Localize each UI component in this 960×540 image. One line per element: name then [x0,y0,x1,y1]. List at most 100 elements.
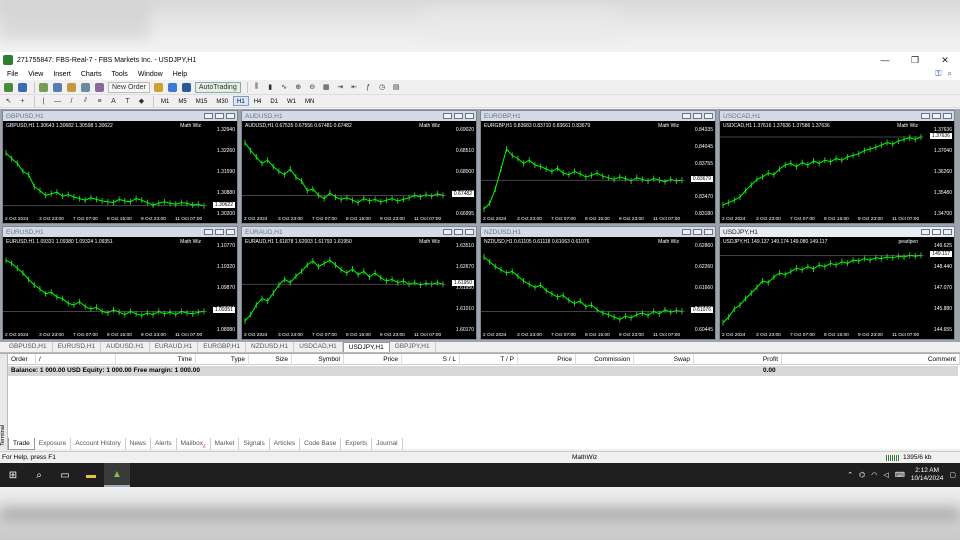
tab-journal[interactable]: Journal [372,438,403,450]
chart-plot-area[interactable]: EURAUD,H1 1.61878 1.62003 1.61793 1.6195… [242,237,476,339]
tab-market[interactable]: Market [211,438,240,450]
chart-tab[interactable]: USDCAD,H1 [294,342,343,352]
horizontal-line-icon[interactable]: — [52,96,63,107]
label-icon[interactable]: T [122,96,133,107]
chart-window-header[interactable]: USDCAD,H1 [720,111,954,121]
chart-plot-area[interactable]: EURGBP,H1 0.83683 0.83710 0.83661 0.8367… [481,121,715,223]
balance-row[interactable]: Balance: 1 000.00 USD Equity: 1 000.00 F… [8,366,958,376]
chart-window[interactable]: NZDUSD,H1 NZDUSD,H1 0.61105 0.61118 0.610… [480,226,716,340]
menu-tools[interactable]: Tools [106,71,132,78]
chart-close-button[interactable] [465,229,474,235]
trendline-icon[interactable]: / [66,96,77,107]
chart-minimize-button[interactable] [204,113,213,119]
chart-close-button[interactable] [704,229,713,235]
timeframe-h1[interactable]: H1 [233,96,249,106]
shapes-icon[interactable]: ◆ [136,96,147,107]
wifi-icon[interactable]: ◠ [871,471,877,479]
vertical-line-icon[interactable]: | [38,96,49,107]
tab-alerts[interactable]: Alerts [151,438,177,450]
chart-minimize-button[interactable] [204,229,213,235]
tab-signals[interactable]: Signals [239,438,270,450]
text-icon[interactable]: A [108,96,119,107]
timeframe-d1[interactable]: D1 [266,96,282,106]
chart-minimize-button[interactable] [443,113,452,119]
task-view-icon[interactable]: ▭ [52,463,78,487]
tab-news[interactable]: News [126,438,152,450]
chart-restore-button[interactable] [215,229,224,235]
terminal-side-bar[interactable]: Terminal [0,354,8,450]
chart-tab[interactable]: GBPJPY,H1 [390,342,436,352]
crosshair-icon[interactable]: + [17,96,28,107]
chart-window[interactable]: USDJPY,H1 USDJPY,H1 149.137 149.174 149.0… [719,226,955,340]
windows-start-icon[interactable]: ⊞ [0,463,26,487]
autotrading-button[interactable]: AutoTrading [194,81,241,93]
tab-mailbox[interactable]: Mailbox2 [177,438,211,450]
tab-experts[interactable]: Experts [341,438,373,450]
col-sort[interactable]: / [36,354,116,365]
timeframe-m15[interactable]: M15 [192,96,212,106]
candlestick-icon[interactable]: ▮ [265,82,276,93]
key-icon[interactable]: ⚿ [935,69,941,79]
col-profit[interactable]: Profit [694,354,782,365]
chart-restore-button[interactable] [693,113,702,119]
indicators-icon[interactable]: ƒ [363,82,374,93]
chart-tab[interactable]: EURUSD,H1 [53,342,102,352]
market-watch-icon[interactable] [38,82,49,93]
chart-plot-area[interactable]: GBPUSD,H1 1.30643 1.30682 1.30598 1.3062… [3,121,237,223]
chart-tab[interactable]: EURGBP,H1 [198,342,246,352]
minimize-button[interactable]: — [870,55,900,65]
search-icon[interactable]: ⌕ [26,463,52,487]
chart-restore-button[interactable] [454,113,463,119]
timeframe-m1[interactable]: M1 [157,96,173,106]
chevron-up-icon[interactable]: ⌃ [847,471,853,479]
zoom-in-icon[interactable]: ⊕ [293,82,304,93]
metaeditor-icon[interactable] [153,82,164,93]
col-sl[interactable]: S / L [402,354,460,365]
col-tp[interactable]: T / P [460,354,518,365]
chart-close-button[interactable] [943,229,952,235]
signals-icon[interactable] [167,82,178,93]
chart-minimize-button[interactable] [682,229,691,235]
close-button[interactable]: ✕ [930,55,960,66]
menu-file[interactable]: File [2,71,23,78]
chart-tab[interactable]: NZDUSD,H1 [246,342,295,352]
tab-articles[interactable]: Articles [270,438,301,450]
chart-window-header[interactable]: USDJPY,H1 [720,227,954,237]
chart-minimize-button[interactable] [682,113,691,119]
col-size[interactable]: Size [249,354,292,365]
menu-insert[interactable]: Insert [48,71,76,78]
chart-tab-active[interactable]: USDJPY,H1 [342,342,390,352]
timeframe-h4[interactable]: H4 [250,96,266,106]
col-symbol[interactable]: Symbol [292,354,344,365]
col-current-price[interactable]: Price [518,354,576,365]
tab-account-history[interactable]: Account History [71,438,126,450]
file-explorer-icon[interactable]: ▬ [78,463,104,487]
chart-window-header[interactable]: AUDUSD,H1 [242,111,476,121]
chart-window-header[interactable]: GBPUSD,H1 [3,111,237,121]
chart-tab[interactable]: EURAUD,H1 [150,342,199,352]
chart-plot-area[interactable]: AUDUSD,H1 0.67535 0.67556 0.67481 0.6748… [242,121,476,223]
col-price[interactable]: Price [344,354,402,365]
col-commission[interactable]: Commission [576,354,634,365]
bar-chart-icon[interactable]: ⫼ [251,82,262,93]
notification-icon[interactable]: ▢ [949,471,956,479]
tab-exposure[interactable]: Exposure [35,438,72,450]
chart-close-button[interactable] [465,113,474,119]
chart-window[interactable]: EURUSD,H1 EURUSD,H1 1.09331 1.09380 1.093… [2,226,238,340]
new-chart-icon[interactable] [3,82,14,93]
chart-window[interactable]: GBPUSD,H1 GBPUSD,H1 1.30643 1.30682 1.305… [2,110,238,224]
chart-close-button[interactable] [704,113,713,119]
chart-plot-area[interactable]: USDCAD,H1 1.37616 1.37636 1.37586 1.3763… [720,121,954,223]
profiles-icon[interactable] [17,82,28,93]
tile-windows-icon[interactable]: ▦ [321,82,332,93]
periods-icon[interactable]: ◷ [377,82,388,93]
col-time[interactable]: Time [116,354,196,365]
volume-icon[interactable]: ◁ [883,471,888,479]
zoom-out-icon[interactable]: ⊖ [307,82,318,93]
chart-plot-area[interactable]: NZDUSD,H1 0.61105 0.61118 0.61063 0.6107… [481,237,715,339]
chart-window[interactable]: AUDUSD,H1 AUDUSD,H1 0.67535 0.67556 0.674… [241,110,477,224]
timeframe-w1[interactable]: W1 [283,96,300,106]
chart-window[interactable]: EURAUD,H1 EURAUD,H1 1.61878 1.62003 1.617… [241,226,477,340]
col-order[interactable]: Order [8,354,36,365]
line-chart-icon[interactable]: ∿ [279,82,290,93]
